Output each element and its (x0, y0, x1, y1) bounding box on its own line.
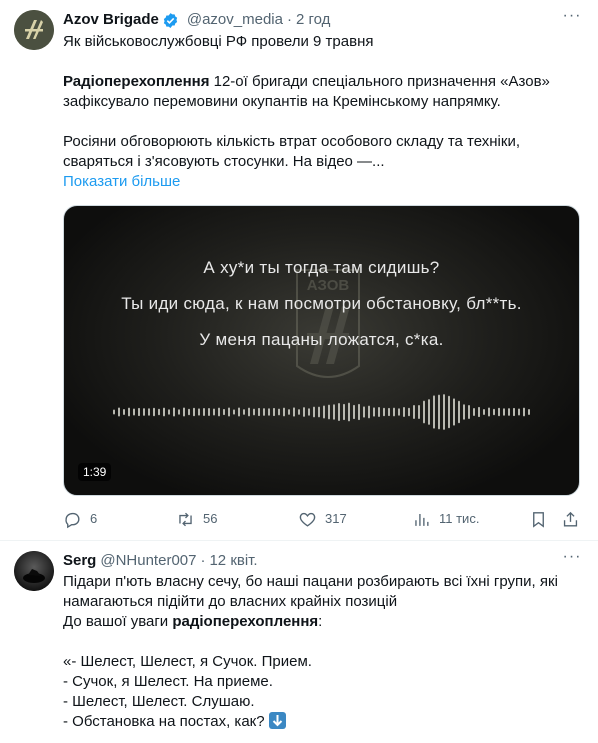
tweet-header: Serg @NHunter007 · 12 квіт. (63, 551, 582, 571)
video-caption-3: У меня пацаны ложатся, с*ка. (199, 330, 444, 349)
timestamp[interactable]: 2 год (296, 10, 330, 30)
tweet-serg[interactable]: Serg @NHunter007 · 12 квіт. ··· Підари п… (0, 541, 598, 743)
share-button[interactable] (561, 508, 580, 530)
tweet-azov[interactable]: Azov Brigade @azov_media · 2 год ··· Як … (0, 0, 598, 541)
svg-text:АЗОВ: АЗОВ (307, 277, 350, 294)
reply-button[interactable]: 6 (63, 508, 97, 530)
retweet-count: 56 (203, 511, 218, 526)
reply-icon (65, 512, 80, 528)
tweet-text-span: : (318, 613, 323, 630)
tweet-paragraph: Радіоперехоплення 12-ої бригади спеціаль… (63, 72, 582, 92)
views-count: 11 тис. (439, 511, 480, 526)
video-caption-1: А ху*и ты тогда там сидишь? (203, 258, 440, 277)
more-options-icon[interactable]: ··· (562, 8, 582, 30)
tweet-line: Підари п'ють власну сечу, бо наші пацани… (63, 573, 558, 590)
more-options-icon[interactable]: ··· (562, 549, 582, 571)
video-player[interactable]: АЗОВ А ху*и ты тогда там сидишь? Ты иди … (63, 205, 580, 496)
bold-term: Радіоперехоплення (63, 73, 210, 90)
video-duration: 1:39 (78, 463, 112, 481)
heart-icon (299, 512, 316, 527)
avatar-azov[interactable] (14, 10, 54, 50)
tweet-line: Росіяни обговорюють кількість втрат особ… (63, 133, 520, 150)
timestamp[interactable]: 12 квіт. (209, 551, 257, 571)
reply-count: 6 (90, 511, 98, 526)
retweet-icon (179, 512, 192, 526)
quote-line: - Шелест, Шелест. Слушаю. (63, 693, 255, 710)
quote-line: - Обстановка на постах, как? (63, 713, 265, 730)
separator-dot: · (286, 11, 292, 28)
tweet-line: Як військовослужбовці РФ провели 9 травн… (63, 33, 374, 50)
separator-dot: · (200, 552, 206, 569)
author-handle[interactable]: @azov_media (187, 10, 283, 30)
author-handle[interactable]: @NHunter007 (100, 551, 196, 571)
tweet-line: намагаються підійти до власних крайніх п… (63, 593, 398, 610)
tweet-line: зафіксувало перемовини окупантів на Крем… (63, 93, 501, 110)
bookmark-button[interactable] (529, 508, 548, 530)
tweet-text-span: До вашої уваги (63, 613, 173, 630)
show-more-link[interactable]: Показати більше (63, 172, 582, 192)
views-button[interactable]: 11 тис. (412, 508, 479, 530)
tweet-line: сваряться і з'ясовують стосунки. На віде… (63, 153, 385, 170)
tweet-text: Підари п'ють власну сечу, бо наші пацани… (63, 572, 582, 732)
bookmark-icon (533, 511, 544, 528)
bold-term: радіоперехоплення (172, 613, 319, 630)
tweet-text-span: 12-ої бригади спеціального призначення «… (209, 73, 550, 90)
quote-line: - Сучок, я Шелест. На приеме. (63, 673, 273, 690)
tweet-header: Azov Brigade @azov_media · 2 год (63, 10, 582, 30)
like-count: 317 (325, 511, 347, 526)
quote-line-last: - Обстановка на постах, как? (63, 712, 582, 732)
retweet-button[interactable]: 56 (176, 508, 217, 530)
like-button[interactable]: 317 (298, 508, 347, 530)
author-name[interactable]: Azov Brigade (63, 10, 159, 30)
author-name[interactable]: Serg (63, 551, 96, 571)
azov-watermark-icon: АЗОВ (296, 269, 360, 378)
tweet-actions: 6 56 317 11 тис. (63, 508, 582, 530)
tweet-paragraph: До вашої уваги радіоперехоплення: (63, 612, 582, 632)
avatar-image-icon (14, 551, 54, 591)
share-icon (563, 511, 578, 527)
down-arrow-emoji-icon (268, 712, 286, 729)
azov-logo-icon (14, 10, 54, 50)
avatar-serg[interactable] (14, 551, 54, 591)
quote-line: «- Шелест, Шелест, я Сучок. Прием. (63, 653, 312, 670)
video-caption-2: Ты иди сюда, к нам посмотри обстановку, … (121, 294, 522, 313)
audio-waveform (113, 394, 530, 430)
tweet-text: Як військовослужбовці РФ провели 9 травн… (63, 32, 582, 192)
verified-badge-icon (162, 12, 179, 29)
views-chart-icon (415, 513, 429, 526)
